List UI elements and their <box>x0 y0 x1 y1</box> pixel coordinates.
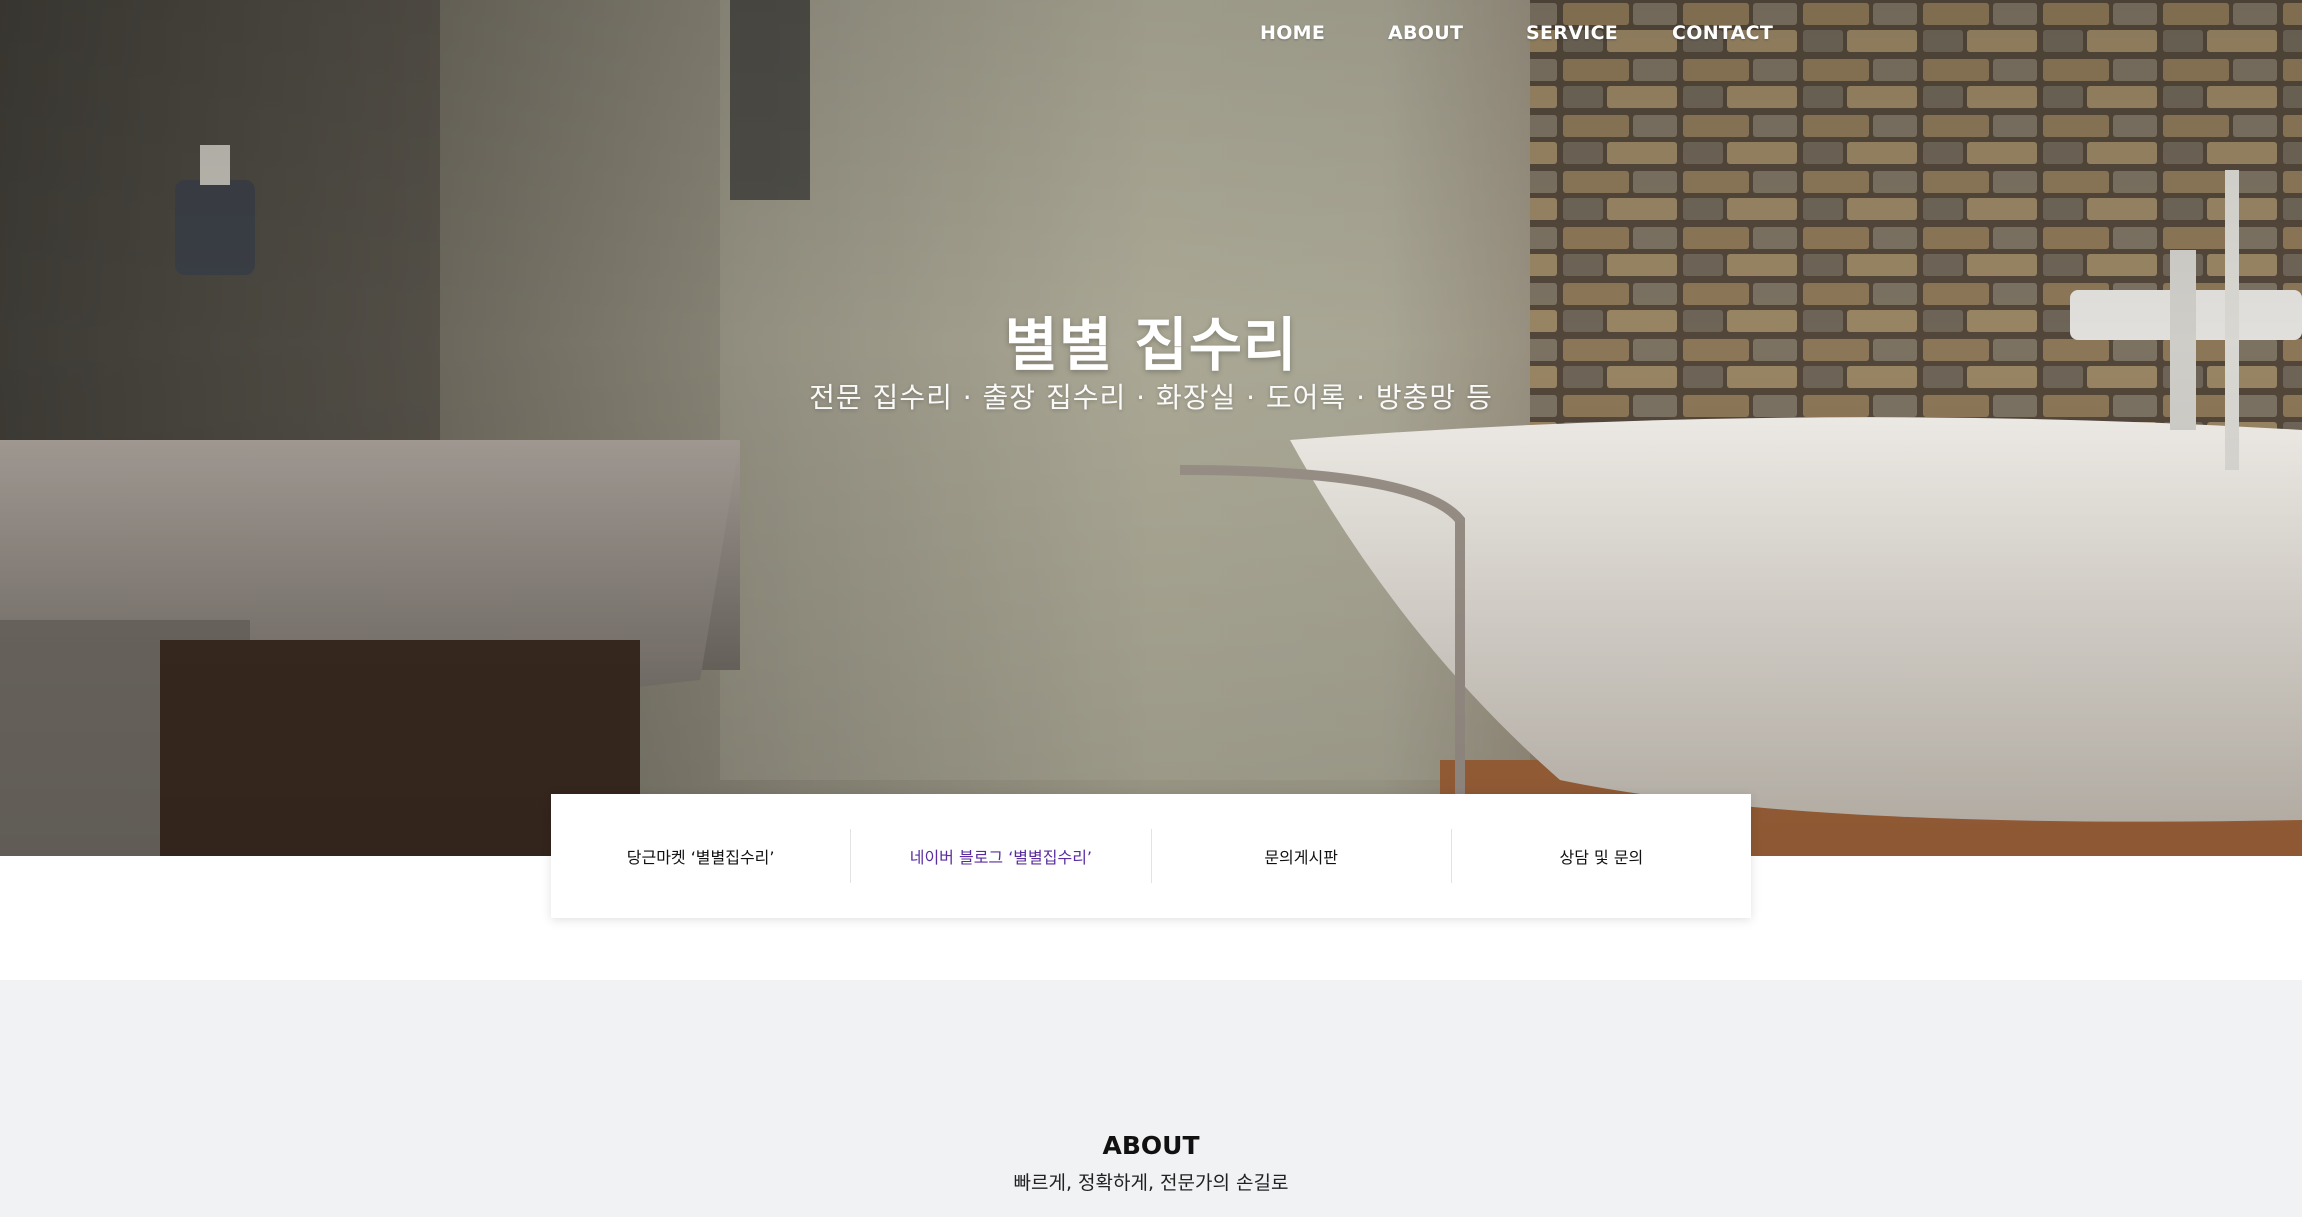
link-inquiry-board[interactable]: 문의게시판 <box>1150 829 1451 883</box>
link-daangn-market[interactable]: 당근마켓 ‘별별집수리’ <box>551 829 850 883</box>
link-naver-blog[interactable]: 네이버 블로그 ‘별별집수리’ <box>850 829 1150 883</box>
nav-contact[interactable]: CONTACT <box>1672 22 1773 44</box>
nav-home[interactable]: HOME <box>1260 22 1325 44</box>
nav-about[interactable]: ABOUT <box>1388 22 1463 44</box>
about-section: ABOUT 빠르게, 정확하게, 전문가의 손길로 <box>0 980 2302 1217</box>
link-consultation[interactable]: 상담 및 문의 <box>1450 829 1751 883</box>
quick-links-panel: 당근마켓 ‘별별집수리’ 네이버 블로그 ‘별별집수리’ 문의게시판 상담 및 … <box>551 794 1751 918</box>
top-navigation: HOME ABOUT SERVICE CONTACT <box>1220 22 1780 52</box>
about-subtitle: 빠르게, 정확하게, 전문가의 손길로 <box>1013 1172 1289 1194</box>
nav-service[interactable]: SERVICE <box>1526 22 1618 44</box>
hero-overlay <box>0 0 2302 856</box>
about-title: ABOUT <box>1102 1131 1200 1160</box>
hero-subtitle: 전문 집수리 · 출장 집수리 · 화장실 · 도어록 · 방충망 등 <box>809 381 1493 414</box>
hero-title: 별별 집수리 <box>1004 311 1298 379</box>
hero-section: HOME ABOUT SERVICE CONTACT 별별 집수리 전문 집수리… <box>0 0 2302 856</box>
